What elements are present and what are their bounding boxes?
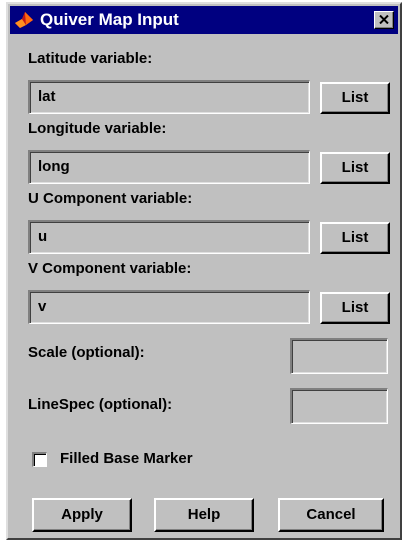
filled-base-marker-label[interactable]: Filled Base Marker	[60, 450, 193, 468]
latitude-list-button[interactable]: List	[320, 82, 390, 114]
close-button[interactable]	[374, 11, 394, 29]
scale-label: Scale (optional):	[28, 344, 145, 361]
latitude-input[interactable]: lat	[28, 80, 310, 114]
close-icon	[379, 15, 389, 24]
linespec-input[interactable]	[290, 388, 388, 424]
longitude-list-button[interactable]: List	[320, 152, 390, 184]
u-component-list-button[interactable]: List	[320, 222, 390, 254]
v-component-list-button[interactable]: List	[320, 292, 390, 324]
latitude-label: Latitude variable:	[28, 50, 153, 67]
longitude-label: Longitude variable:	[28, 120, 167, 137]
window-title: Quiver Map Input	[40, 10, 179, 29]
title-bar[interactable]: Quiver Map Input	[10, 6, 398, 34]
filled-base-marker-checkbox[interactable]	[32, 452, 47, 467]
v-component-label: V Component variable:	[28, 260, 192, 277]
matlab-logo-icon	[14, 10, 34, 30]
v-component-input[interactable]: v	[28, 290, 310, 324]
scale-input[interactable]	[290, 338, 388, 374]
help-button[interactable]: Help	[154, 498, 254, 532]
u-component-label: U Component variable:	[28, 190, 193, 207]
u-component-input[interactable]: u	[28, 220, 310, 254]
cancel-button[interactable]: Cancel	[278, 498, 384, 532]
longitude-input[interactable]: long	[28, 150, 310, 184]
quiver-map-input-dialog: Quiver Map Input Latitude variable: lat …	[6, 2, 402, 540]
apply-button[interactable]: Apply	[32, 498, 132, 532]
linespec-label: LineSpec (optional):	[28, 396, 173, 413]
